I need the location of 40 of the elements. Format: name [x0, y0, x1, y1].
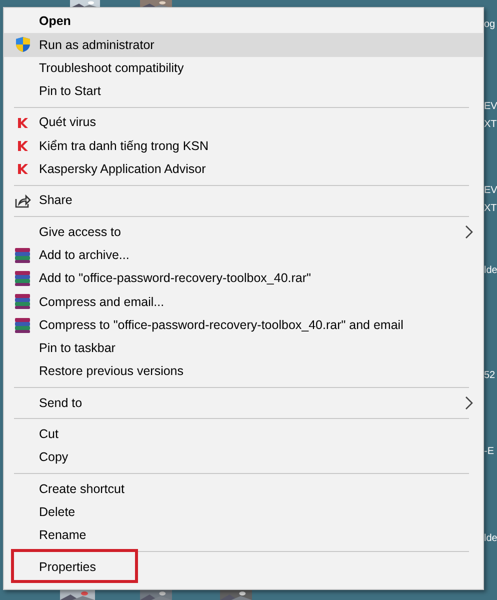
- menu-item[interactable]: Kaspersky Application Advisor: [4, 158, 483, 182]
- menu-item[interactable]: Properties: [4, 555, 483, 579]
- shield-icon: [14, 36, 30, 54]
- share-icon: [14, 194, 30, 208]
- menu-item[interactable]: Kiểm tra danh tiếng trong KSN: [4, 134, 483, 158]
- desktop-icon-label: 52: [484, 369, 496, 383]
- k-letter-icon: [16, 116, 28, 129]
- desktop-icon-label: og: [484, 18, 496, 32]
- menu-item[interactable]: Delete: [4, 500, 483, 524]
- desktop-icon-label: lde: [484, 264, 497, 278]
- books-stack-icon: [14, 293, 31, 310]
- menu-item[interactable]: Rename: [4, 524, 483, 548]
- desktop-icon-label: XT: [484, 202, 497, 216]
- books-stack-icon: [14, 270, 31, 288]
- books-stack-icon: [14, 316, 31, 334]
- menu-item[interactable]: Create shortcut: [4, 477, 483, 501]
- menu-item[interactable]: Pin to taskbar: [4, 336, 483, 360]
- desktop-icon-label: XT: [484, 118, 497, 132]
- menu-item[interactable]: Add to "office-password-recovery-toolbox_40.rar": [4, 266, 483, 290]
- menu-item[interactable]: Send to: [4, 391, 483, 415]
- menu-item[interactable]: Share: [4, 189, 483, 212]
- desktop-icon-label: EV: [484, 100, 497, 114]
- menu-item[interactable]: Open: [4, 10, 483, 34]
- menu-item[interactable]: Give access to: [4, 220, 483, 244]
- menu-item[interactable]: Compress to "office-password-recovery-toolbox_40.rar" and email: [4, 314, 483, 337]
- menu-item[interactable]: Cut: [4, 422, 483, 446]
- desktop-icon-label: -E: [484, 445, 494, 459]
- menu-item[interactable]: Troubleshoot compatibility: [4, 56, 483, 80]
- menu-item[interactable]: Copy: [4, 446, 483, 470]
- menu-item[interactable]: Restore previous versions: [4, 360, 483, 384]
- menu-item[interactable]: Add to archive...: [4, 244, 483, 267]
- desktop-icon-label: lde: [484, 532, 497, 546]
- menu-item[interactable]: Pin to Start: [4, 80, 483, 104]
- menu-item[interactable]: Compress and email...: [4, 290, 483, 314]
- menu-item[interactable]: Quét virus: [4, 111, 483, 134]
- desktop-icon-label: EV: [484, 184, 497, 198]
- books-stack-icon: [14, 246, 31, 264]
- k-letter-icon: [16, 140, 28, 152]
- menu-item[interactable]: Run as administrator: [4, 33, 483, 57]
- k-letter-icon: [16, 163, 28, 176]
